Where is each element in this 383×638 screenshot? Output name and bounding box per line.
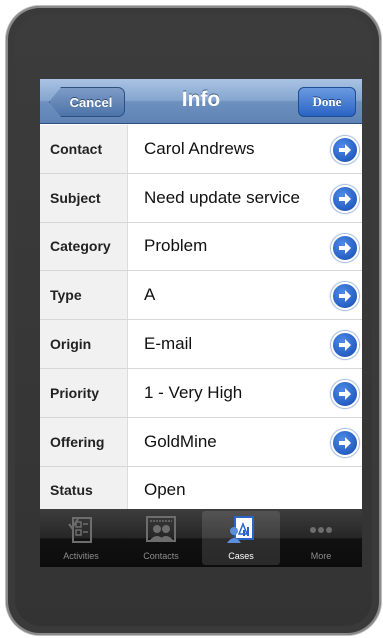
done-button[interactable]: Done [298, 87, 356, 117]
app-screen: Cancel Info Done Contact Carol Andrews S… [40, 79, 362, 567]
disclosure-arrow-icon[interactable] [331, 136, 359, 164]
field-label: Offering [50, 433, 105, 450]
field-label: Contact [50, 140, 103, 157]
field-value: A [144, 285, 156, 305]
navigation-bar: Cancel Info Done [40, 79, 362, 124]
disclosure-arrow-icon[interactable] [331, 331, 359, 360]
field-value: E-mail [144, 334, 193, 354]
tab-activities[interactable]: Activities [42, 511, 120, 565]
disclosure-arrow-icon[interactable] [331, 233, 359, 262]
field-label: Status [50, 482, 93, 499]
disclosure-arrow-icon[interactable] [331, 428, 359, 457]
disclosure-arrow-icon[interactable] [331, 184, 359, 213]
checklist-icon [66, 515, 96, 547]
field-value: Carol Andrews [144, 138, 255, 158]
info-list: Contact Carol Andrews Subject Need updat… [40, 125, 362, 516]
field-value: 1 - Very High [144, 382, 243, 402]
field-row-origin[interactable]: Origin E-mail [40, 320, 362, 369]
field-value: GoldMine [144, 431, 217, 451]
tab-bar: Activities Contacts Cases More [40, 509, 362, 567]
tab-more[interactable]: More [282, 511, 360, 565]
contacts-icon [145, 515, 177, 547]
cases-icon [226, 515, 256, 547]
field-row-type[interactable]: Type A [40, 271, 362, 321]
tab-label: Contacts [143, 551, 179, 561]
tab-label: More [310, 551, 332, 561]
field-label: Subject [50, 189, 101, 206]
field-label: Type [50, 287, 82, 304]
field-value: Need update service [144, 187, 300, 207]
tab-label: Cases [228, 551, 254, 561]
tab-cases[interactable]: Cases [202, 511, 280, 565]
more-dots-icon [306, 515, 336, 547]
field-value: Problem [144, 236, 208, 256]
field-row-priority[interactable]: Priority 1 - Very High [40, 368, 362, 418]
field-row-category[interactable]: Category Problem [40, 222, 362, 272]
field-label: Priority [50, 384, 100, 401]
disclosure-arrow-icon[interactable] [331, 379, 359, 408]
disclosure-arrow-icon[interactable] [331, 282, 359, 311]
field-row-subject[interactable]: Subject Need update service [40, 173, 362, 223]
field-row-contact[interactable]: Contact Carol Andrews [40, 125, 362, 174]
tab-contacts[interactable]: Contacts [122, 511, 200, 565]
field-row-offering[interactable]: Offering GoldMine [40, 417, 362, 467]
field-value: Open [144, 480, 186, 500]
tab-label: Activities [63, 551, 99, 561]
field-label: Category [50, 238, 111, 255]
field-label: Origin [50, 336, 92, 353]
